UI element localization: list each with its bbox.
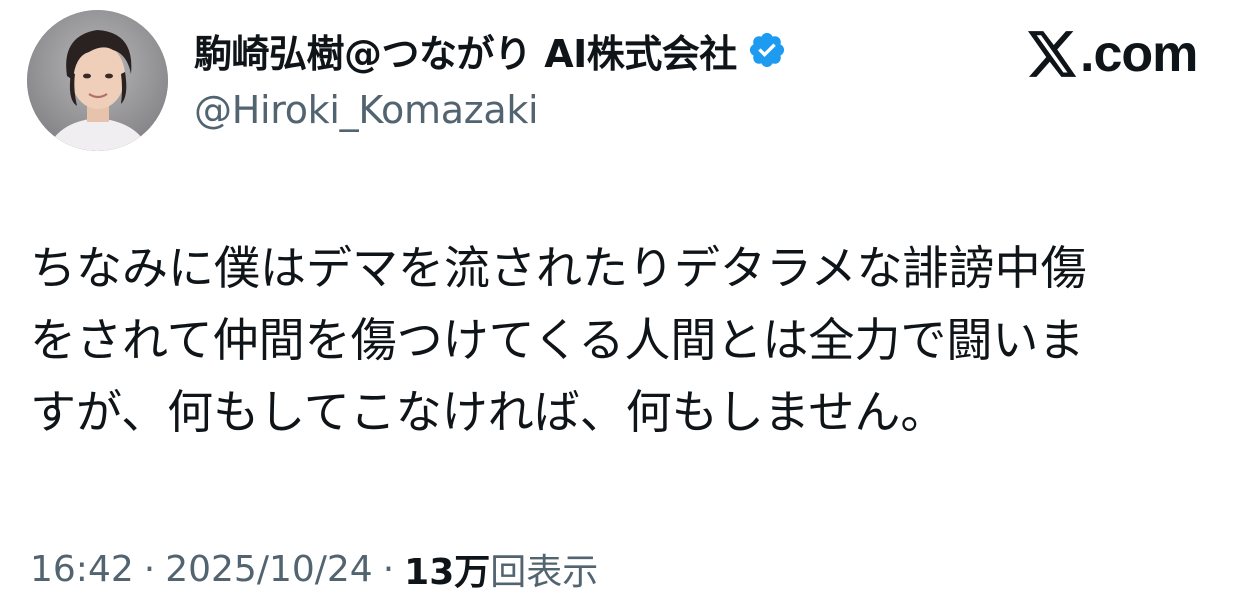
tweet-card: 駒崎弘樹@つながり AI株式会社 @Hiroki_Komazaki .com ち… xyxy=(0,0,1258,606)
x-com-logo: .com xyxy=(1028,24,1198,84)
x-logo-icon xyxy=(1028,31,1077,77)
author-name-row[interactable]: 駒崎弘樹@つながり AI株式会社 xyxy=(194,22,787,78)
tweet-time[interactable]: 16:42 xyxy=(30,549,134,590)
views-label: 回表示 xyxy=(490,552,599,593)
author-handle[interactable]: @Hiroki_Komazaki xyxy=(194,88,539,132)
views-count: 13万 xyxy=(404,552,491,593)
tweet-text: ちなみに僕はデマを流されたりデタラメな誹謗中傷 をされて仲間を傷つけてくる人間と… xyxy=(30,232,1230,448)
avatar[interactable] xyxy=(27,10,168,151)
meta-separator: · xyxy=(382,548,395,590)
avatar-photo xyxy=(27,10,168,151)
tweet-line: ちなみに僕はデマを流されたりデタラメな誹謗中傷 xyxy=(30,241,1087,295)
x-logo-text: .com xyxy=(1080,25,1198,83)
tweet-line: をされて仲間を傷つけてくる人間とは全力で闘いま xyxy=(30,313,1085,367)
meta-separator: · xyxy=(143,548,156,590)
author-display-name[interactable]: 駒崎弘樹@つながり AI株式会社 xyxy=(194,23,737,78)
tweet-date[interactable]: 2025/10/24 xyxy=(165,549,373,590)
tweet-line: すが、何もしてこなければ、何もしません。 xyxy=(30,385,947,439)
tweet-metadata: 16:42 · 2025/10/24 · 13万 回表示 xyxy=(30,542,598,596)
verified-badge-icon xyxy=(747,30,787,70)
